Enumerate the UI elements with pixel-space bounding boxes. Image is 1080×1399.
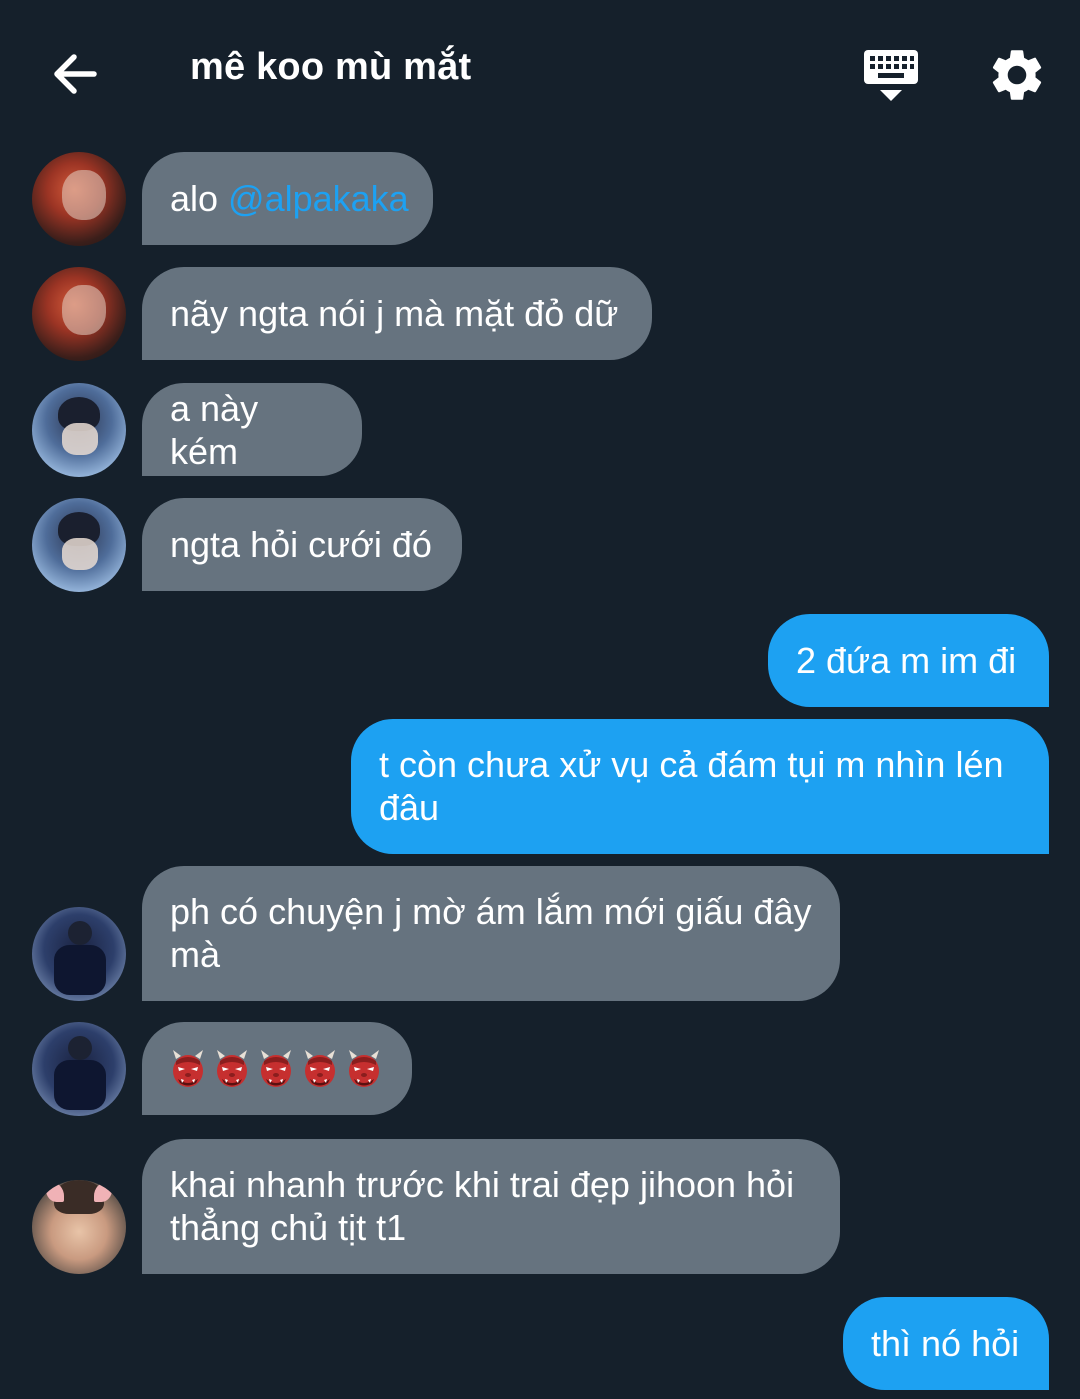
arrow-left-icon (54, 54, 97, 94)
japanese-ogre-emoji (217, 1049, 247, 1087)
message-bubble-incoming[interactable]: alo @alpakaka (142, 152, 433, 245)
sender-avatar[interactable] (32, 498, 126, 592)
message-text: 2 đứa m im đi (796, 640, 1017, 681)
japanese-ogre-emoji (173, 1049, 203, 1087)
gear-icon (992, 50, 1042, 100)
message-bubble-incoming[interactable]: khai nhanh trước khi trai đẹp jihoon hỏi… (142, 1139, 840, 1274)
sender-avatar[interactable] (32, 1180, 126, 1274)
chat-screen: mê koo mù mắt alo @alpakaka nãy ngta nói… (0, 0, 1080, 1399)
message-bubble-outgoing[interactable]: thì nó hỏi (843, 1297, 1049, 1390)
sender-avatar[interactable] (32, 152, 126, 246)
message-bubble-incoming[interactable]: a này kém (142, 383, 362, 476)
japanese-ogre-emoji (305, 1049, 335, 1087)
message-text: khai nhanh trước khi trai đẹp jihoon hỏi… (170, 1164, 795, 1248)
message-text: a này kém (170, 387, 259, 472)
emoji-row (170, 1022, 384, 1115)
message-bubble-incoming[interactable] (142, 1022, 412, 1115)
japanese-ogre-emoji (349, 1049, 379, 1087)
message-bubble-outgoing[interactable]: 2 đứa m im đi (768, 614, 1049, 707)
message-bubble-incoming[interactable]: ngta hỏi cưới đó (142, 498, 462, 591)
message-text: ngta hỏi cưới đó (170, 524, 432, 565)
sender-avatar[interactable] (32, 383, 126, 477)
message-text: thì nó hỏi (871, 1323, 1020, 1364)
message-bubble-incoming[interactable]: nãy ngta nói j mà mặt đỏ dữ (142, 267, 652, 360)
back-button[interactable] (44, 44, 104, 104)
message-text: t còn chưa xử vụ cả đám tụi m nhìn lén đ… (379, 744, 1004, 828)
message-bubble-incoming[interactable]: ph có chuyện j mờ ám lắm mới giấu đây mà (142, 866, 840, 1001)
keyboard-toggle-button[interactable] (860, 44, 922, 106)
user-mention[interactable]: @alpakaka (228, 177, 409, 220)
sender-avatar[interactable] (32, 267, 126, 361)
message-text: nãy ngta nói j mà mặt đỏ dữ (170, 293, 619, 334)
japanese-ogre-emoji (261, 1049, 291, 1087)
sender-avatar[interactable] (32, 1022, 126, 1116)
sender-avatar[interactable] (32, 907, 126, 1001)
settings-button[interactable] (986, 44, 1048, 106)
conversation-title: mê koo mù mắt (190, 46, 472, 88)
message-text: ph có chuyện j mờ ám lắm mới giấu đây mà (170, 891, 812, 975)
message-bubble-outgoing[interactable]: t còn chưa xử vụ cả đám tụi m nhìn lén đ… (351, 719, 1049, 854)
message-text: alo (170, 178, 229, 219)
keyboard-hide-icon (864, 50, 918, 101)
chat-header: mê koo mù mắt (0, 0, 1080, 148)
